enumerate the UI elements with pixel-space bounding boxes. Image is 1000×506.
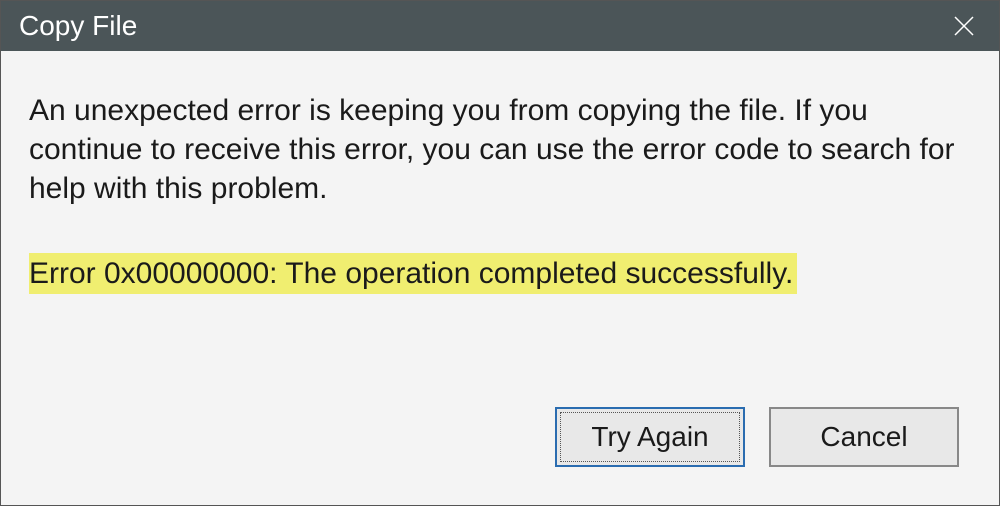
- cancel-button[interactable]: Cancel: [769, 407, 959, 467]
- titlebar: Copy File: [1, 1, 999, 51]
- error-code-line: Error 0x00000000: The operation complete…: [29, 253, 797, 294]
- close-button[interactable]: [929, 1, 999, 51]
- close-icon: [952, 14, 976, 38]
- dialog-content: An unexpected error is keeping you from …: [1, 51, 999, 505]
- button-row: Try Again Cancel: [29, 407, 971, 485]
- window-title: Copy File: [19, 10, 137, 42]
- try-again-button[interactable]: Try Again: [555, 407, 745, 467]
- error-message: An unexpected error is keeping you from …: [29, 91, 971, 208]
